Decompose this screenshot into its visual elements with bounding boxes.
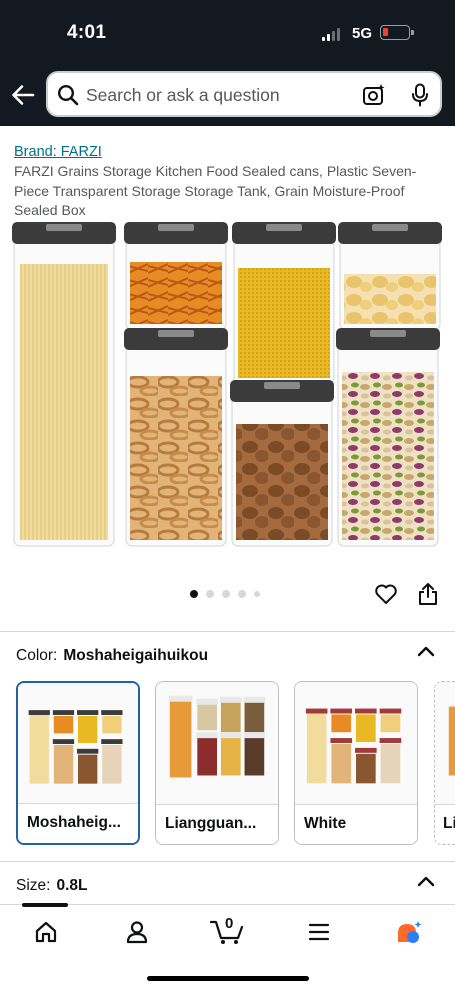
- swatch-label: Li: [435, 804, 455, 844]
- carousel-dot-3[interactable]: [222, 590, 230, 598]
- size-selector-header[interactable]: Size: 0.8L: [16, 877, 87, 895]
- carousel-dot-2[interactable]: [206, 590, 214, 598]
- status-bar: 4:01 5G: [0, 0, 455, 66]
- home-icon[interactable]: [33, 919, 59, 945]
- color-option-liangguan[interactable]: Liangguan...: [155, 681, 279, 845]
- header: 4:01 5G Search or ask a question: [0, 0, 455, 126]
- carousel-dot-1[interactable]: [190, 590, 198, 598]
- divider: [0, 861, 455, 862]
- size-selected-value: 0.8L: [56, 877, 88, 894]
- signal-icon: [322, 28, 340, 41]
- heart-icon[interactable]: [374, 583, 398, 605]
- status-time: 4:01: [67, 22, 107, 43]
- microphone-icon[interactable]: [410, 83, 430, 107]
- color-selected-value: Moshaheigaihuikou: [63, 647, 209, 664]
- network-label: 5G: [352, 25, 373, 42]
- swatch-image: [156, 682, 278, 804]
- camera-search-icon[interactable]: [362, 83, 386, 107]
- battery-icon: [380, 25, 414, 40]
- product-image[interactable]: [8, 220, 444, 550]
- divider: [0, 631, 455, 632]
- carousel-dot-4[interactable]: [238, 590, 246, 598]
- swatch-image: [435, 682, 455, 804]
- menu-icon[interactable]: [306, 919, 332, 945]
- swatch-label: Moshaheig...: [18, 803, 138, 843]
- cart-button[interactable]: 0: [210, 913, 246, 947]
- chevron-up-icon[interactable]: [417, 875, 435, 887]
- swatch-image: [295, 682, 417, 804]
- search-input[interactable]: Search or ask a question: [86, 85, 280, 106]
- brand-link[interactable]: Brand: FARZI: [14, 144, 102, 160]
- product-title: FARZI Grains Storage Kitchen Food Sealed…: [14, 163, 417, 218]
- color-label: Color:: [16, 647, 58, 664]
- color-option-partial[interactable]: Li: [434, 681, 455, 845]
- active-tab-indicator: [22, 903, 68, 907]
- rufus-ai-icon[interactable]: [395, 919, 423, 947]
- cart-count: 0: [225, 915, 234, 932]
- bottom-navigation: 0: [0, 903, 455, 988]
- image-carousel-dots[interactable]: [190, 590, 260, 598]
- swatch-label: Liangguan...: [156, 804, 278, 844]
- chevron-up-icon[interactable]: [417, 645, 435, 657]
- account-icon[interactable]: [124, 919, 150, 945]
- home-indicator: [147, 976, 309, 981]
- swatch-image: [18, 683, 138, 805]
- color-option-white[interactable]: White: [294, 681, 418, 845]
- search-bar[interactable]: Search or ask a question: [46, 71, 442, 117]
- back-arrow-icon[interactable]: [10, 82, 36, 108]
- color-selector-header[interactable]: Color: Moshaheigaihuikou: [16, 647, 208, 665]
- size-label: Size:: [16, 877, 51, 894]
- share-icon[interactable]: [418, 582, 438, 606]
- search-icon: [57, 84, 79, 106]
- swatch-label: White: [295, 804, 417, 844]
- product-page: 4:01 5G Search or ask a question Brand: …: [0, 0, 455, 988]
- carousel-dot-5[interactable]: [254, 591, 260, 597]
- color-option-moshaheigaihuikou[interactable]: Moshaheig...: [16, 681, 140, 845]
